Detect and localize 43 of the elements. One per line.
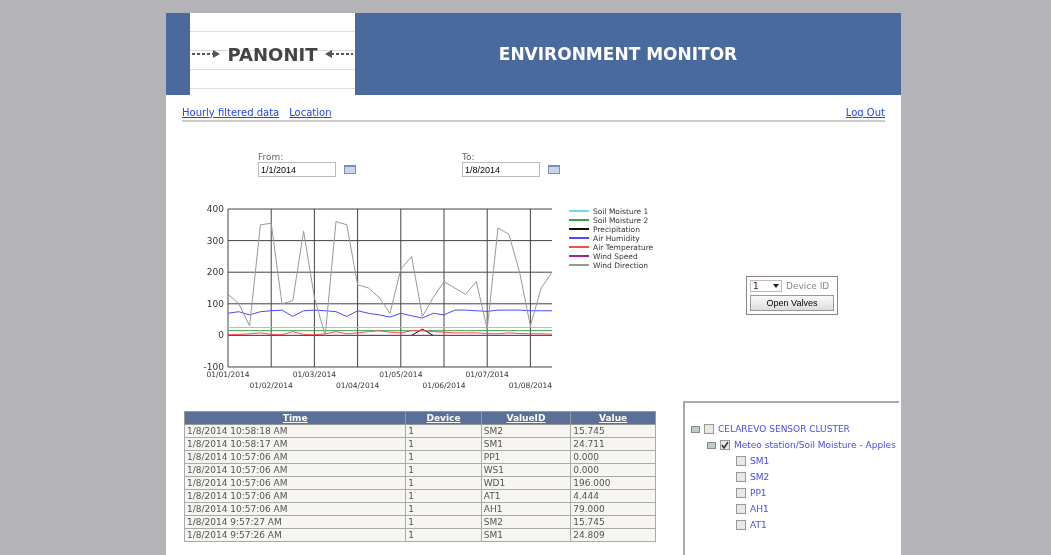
- calendar-icon[interactable]: [344, 165, 356, 174]
- tree-item[interactable]: AH1: [750, 504, 769, 514]
- dropdown-caret-icon[interactable]: [773, 281, 779, 290]
- column-header[interactable]: Time: [184, 411, 406, 425]
- field-label: From:: [258, 152, 285, 162]
- axis-label: 0: [218, 330, 224, 341]
- tree-item[interactable]: SM1: [750, 456, 770, 466]
- checkbox[interactable]: [736, 520, 746, 530]
- device-select[interactable]: 1: [750, 280, 782, 292]
- collapse-icon[interactable]: [691, 425, 700, 433]
- nav-link[interactable]: Hourly filtered data: [182, 107, 280, 118]
- tree-item[interactable]: AT1: [750, 520, 767, 530]
- arrow-icon: [323, 49, 354, 59]
- axis-label: -100: [203, 362, 224, 372]
- axis-label: 100: [206, 298, 224, 309]
- tree-item[interactable]: Meteo station/Soil Moisture - Apples: [734, 440, 896, 450]
- arrow-icon: [191, 49, 222, 59]
- page-title: ENVIRONMENT MONITOR: [497, 44, 739, 64]
- date-field[interactable]: 1/1/2014: [258, 162, 336, 177]
- logo-text: PANONIT: [227, 43, 318, 65]
- column-header[interactable]: ValueID: [481, 411, 571, 425]
- collapse-icon[interactable]: [707, 441, 716, 449]
- calendar-icon[interactable]: [548, 165, 560, 174]
- column-header[interactable]: Value: [570, 411, 656, 425]
- field-label: Device ID: [786, 281, 830, 291]
- checkbox[interactable]: [736, 488, 746, 498]
- logout-link[interactable]: Log Out: [845, 107, 885, 118]
- nav-link[interactable]: Location: [289, 107, 332, 118]
- checkbox[interactable]: [720, 440, 730, 450]
- tree-item[interactable]: CELAREVO SENSOR CLUSTER: [718, 424, 850, 434]
- open-valves-button[interactable]: Open Valves: [750, 295, 834, 311]
- checkbox[interactable]: [736, 472, 746, 482]
- tree-item[interactable]: SM2: [750, 472, 770, 482]
- field-label: To:: [462, 152, 476, 162]
- axis-label: 200: [206, 267, 224, 278]
- checkbox[interactable]: [704, 424, 714, 434]
- axis-label: 400: [206, 204, 224, 214]
- axis-label: 300: [206, 235, 224, 246]
- date-field[interactable]: 1/8/2014: [462, 162, 540, 177]
- checkbox[interactable]: [736, 504, 746, 514]
- tree-item[interactable]: PP1: [750, 488, 767, 498]
- column-header[interactable]: Device: [405, 411, 482, 425]
- checkbox[interactable]: [736, 456, 746, 466]
